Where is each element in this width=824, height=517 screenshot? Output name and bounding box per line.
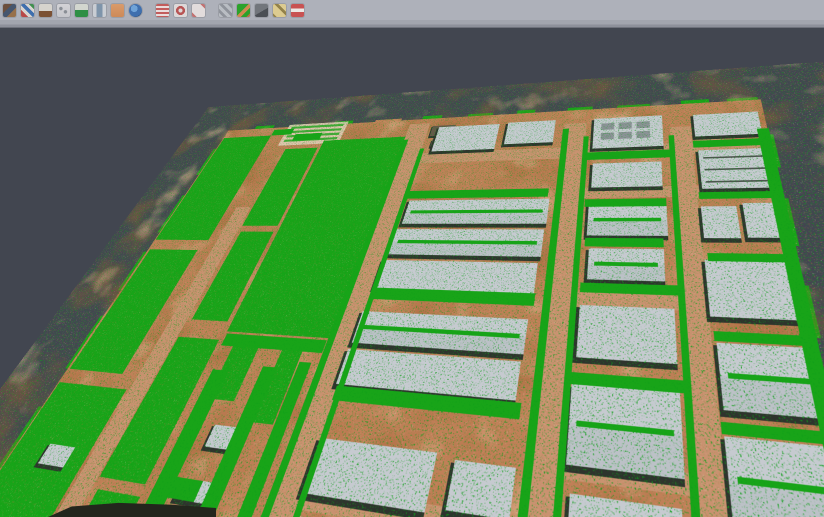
profile-view-icon[interactable] — [93, 4, 106, 17]
vegetation-icon[interactable] — [75, 4, 88, 17]
layers-icon[interactable] — [156, 4, 169, 17]
grid-view-icon[interactable] — [219, 4, 232, 17]
sparse-cloud-icon[interactable] — [57, 4, 70, 17]
application-window — [0, 0, 824, 517]
measurement-icon[interactable] — [291, 4, 304, 17]
terrain-model[interactable] — [0, 96, 824, 517]
classification-view-icon[interactable] — [237, 4, 250, 17]
markers-icon[interactable] — [273, 4, 286, 17]
terrain-icon[interactable] — [39, 4, 52, 17]
viewport-3d[interactable] — [0, 28, 824, 517]
mesh-model-icon[interactable] — [255, 4, 268, 17]
open-project-icon[interactable] — [3, 4, 16, 17]
main-toolbar — [0, 0, 824, 28]
globe-icon[interactable] — [129, 4, 142, 17]
circle-selection-icon[interactable] — [174, 4, 187, 17]
orthophoto-icon[interactable] — [111, 4, 124, 17]
zoom-extents-icon[interactable] — [192, 4, 205, 17]
point-cloud-icon[interactable] — [21, 4, 34, 17]
